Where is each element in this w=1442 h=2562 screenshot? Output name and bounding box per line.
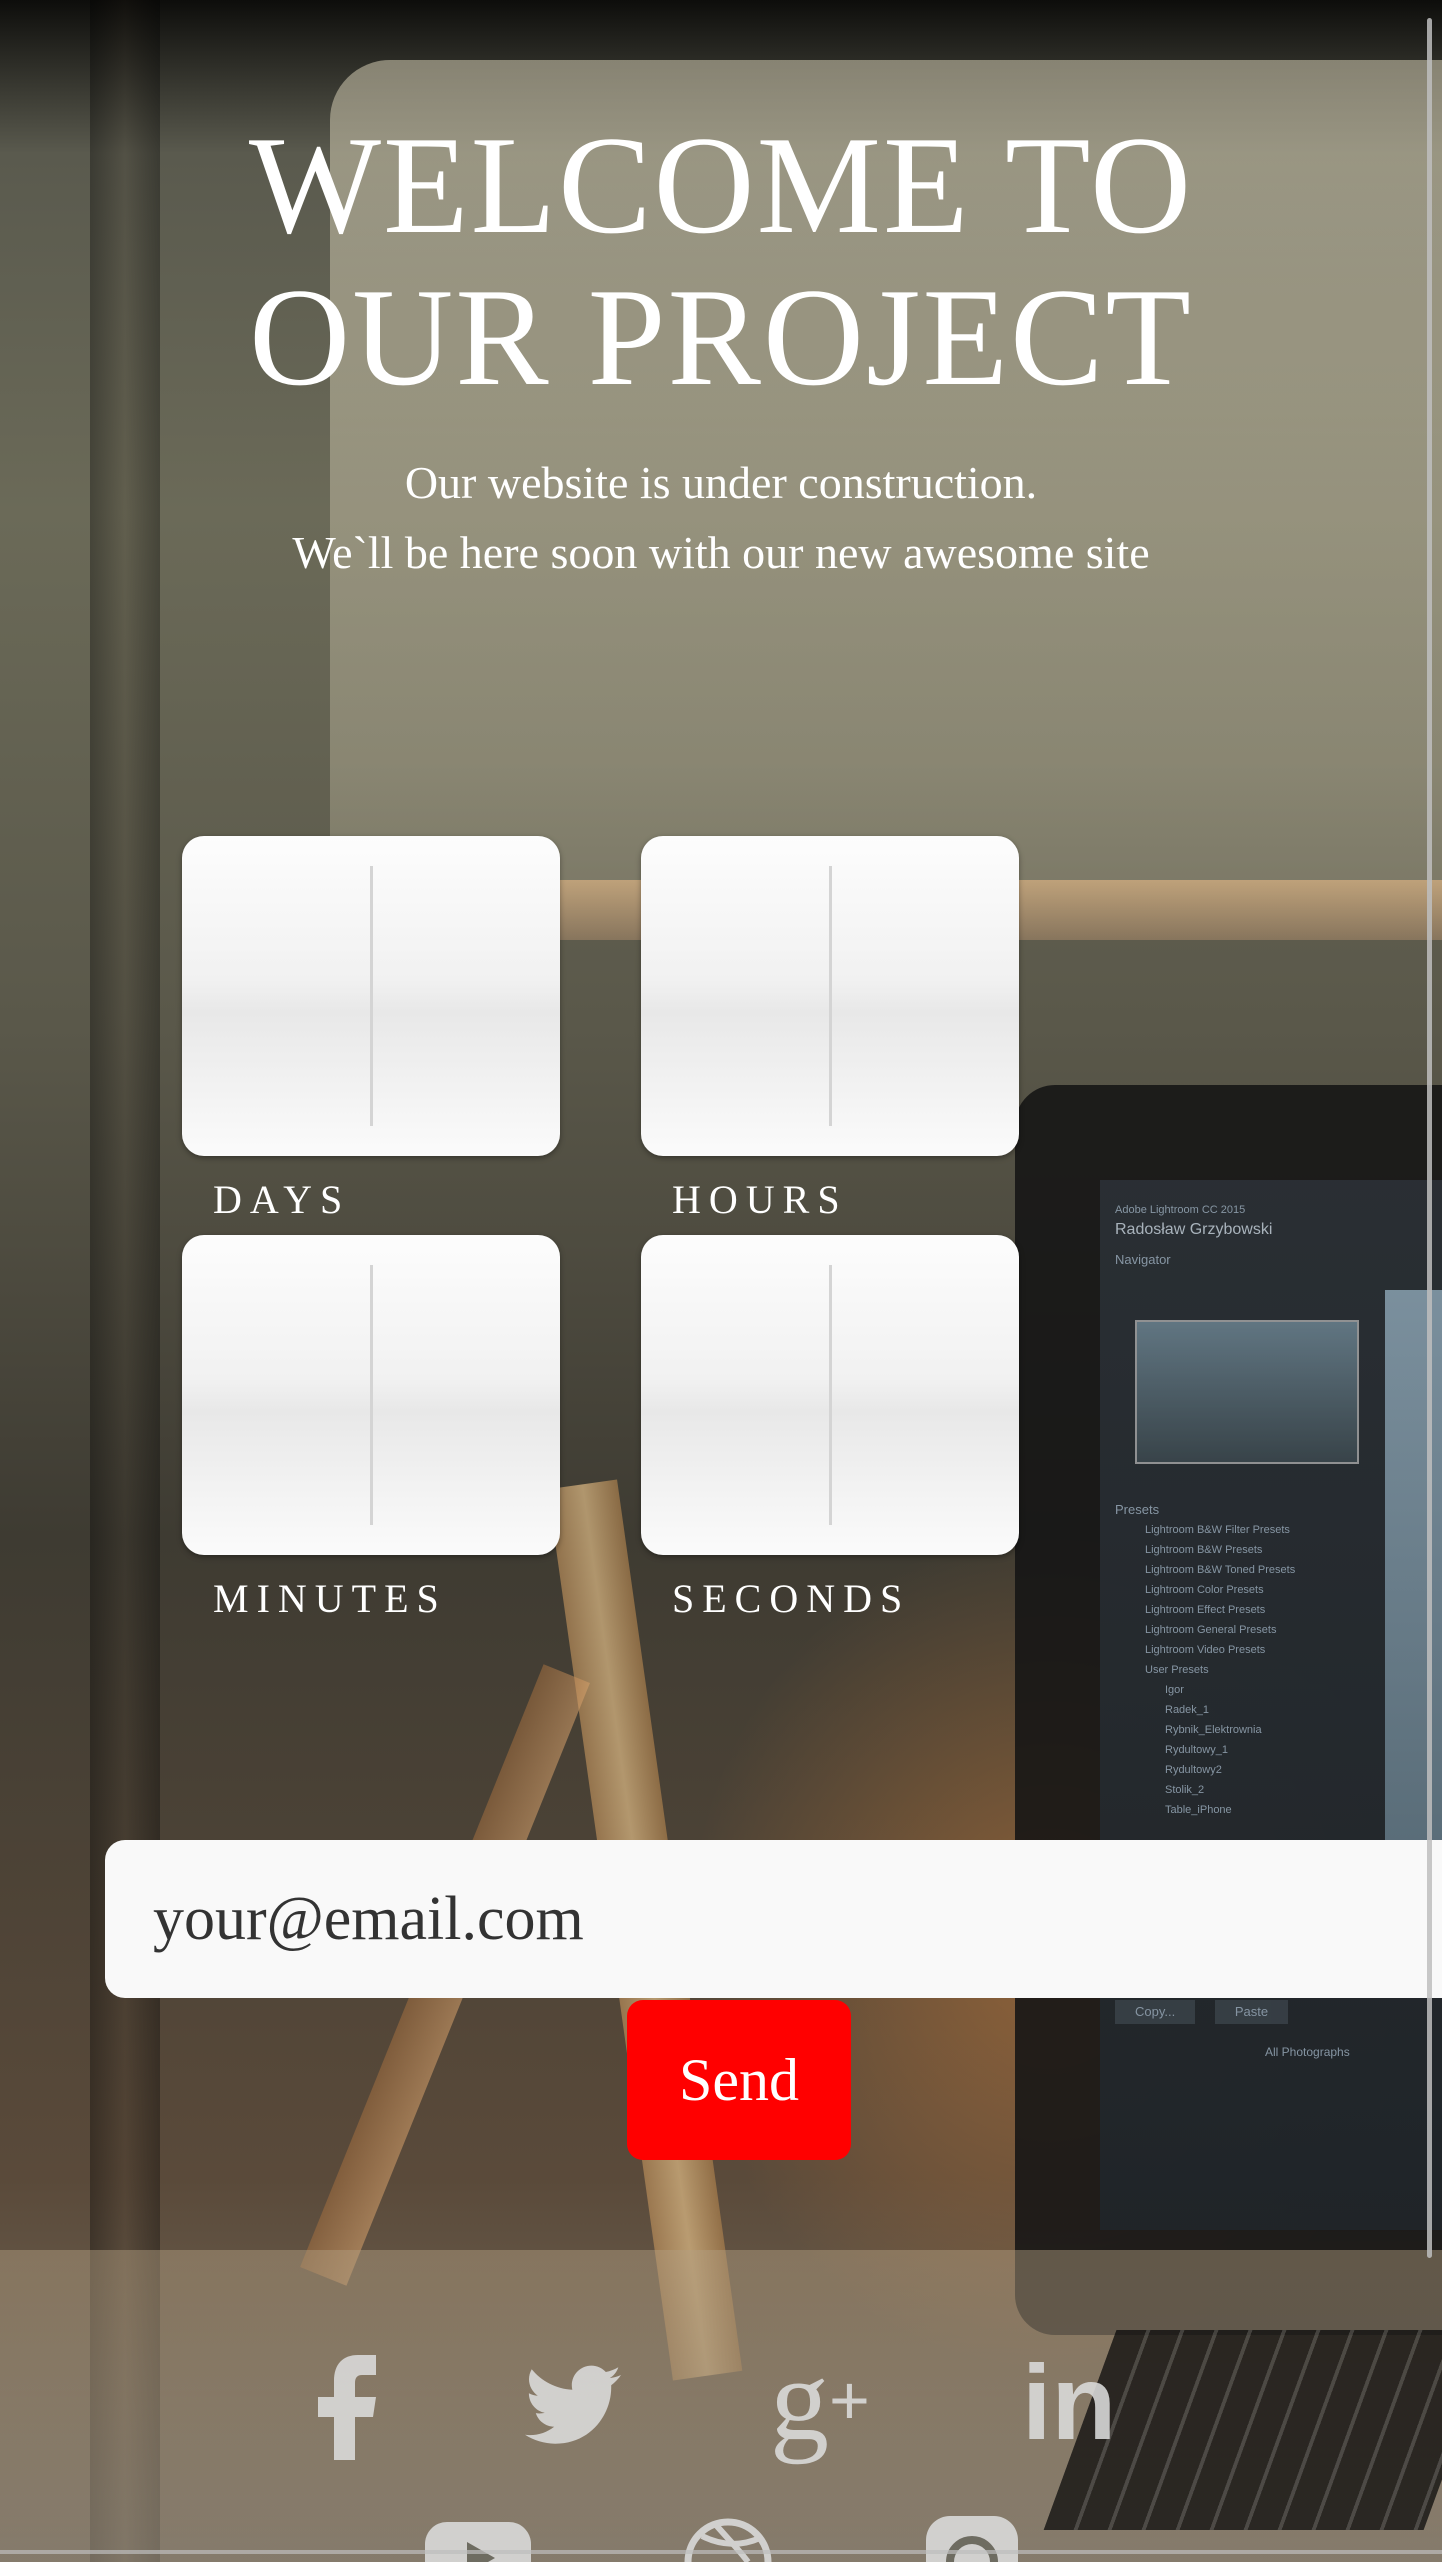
countdown-minutes-label: MINUTES: [213, 1576, 447, 1621]
countdown-days-box: [182, 836, 560, 1156]
send-button[interactable]: Send: [627, 2000, 851, 2160]
laptop-copy-button: Copy...: [1115, 2000, 1196, 2024]
youtube-icon[interactable]: [425, 2522, 531, 2562]
flip-divider: [370, 1265, 373, 1525]
laptop-filmstrip-label: All Photographs: [1265, 2045, 1350, 2059]
facebook-icon[interactable]: [318, 2355, 378, 2460]
instagram-icon[interactable]: [926, 2516, 1018, 2562]
google-plus-icon[interactable]: g+: [770, 2340, 870, 2460]
vertical-scrollbar[interactable]: [1427, 18, 1432, 2258]
countdown-hours-label: HOURS: [672, 1177, 848, 1222]
email-input[interactable]: [105, 1840, 1442, 1998]
flip-divider: [829, 1265, 832, 1525]
linkedin-icon[interactable]: in: [1022, 2348, 1116, 2458]
page-title-line-2: OUR PROJECT: [249, 260, 1193, 415]
laptop-navigator-thumbnail: [1135, 1320, 1359, 1464]
flip-divider: [370, 866, 373, 1126]
countdown-days-label: DAYS: [213, 1177, 351, 1222]
horizontal-scrollbar[interactable]: [0, 2550, 1442, 2554]
laptop-user: Radosław Grzybowski: [1115, 1221, 1273, 1238]
flip-divider: [829, 866, 832, 1126]
countdown-seconds-label: SECONDS: [672, 1576, 911, 1621]
dribbble-icon[interactable]: [682, 2516, 774, 2562]
countdown-hours-box: [641, 836, 1019, 1156]
laptop-app-name: Adobe Lightroom CC 2015: [1115, 1204, 1246, 1216]
subtitle-line-2: We`ll be here soon with our new awesome …: [292, 527, 1150, 578]
laptop-paste-button: Paste: [1214, 2000, 1289, 2024]
countdown-seconds-box: [641, 1235, 1019, 1555]
page-subtitle: Our website is under construction. We`ll…: [0, 448, 1442, 588]
twitter-icon[interactable]: [525, 2365, 621, 2447]
countdown-minutes-box: [182, 1235, 560, 1555]
page-title-line-1: WELCOME TO: [248, 108, 1194, 263]
page-title: WELCOME TO OUR PROJECT: [0, 110, 1442, 414]
laptop-panel-navigator: Navigator: [1115, 1252, 1171, 1267]
subtitle-line-1: Our website is under construction.: [404, 457, 1038, 508]
